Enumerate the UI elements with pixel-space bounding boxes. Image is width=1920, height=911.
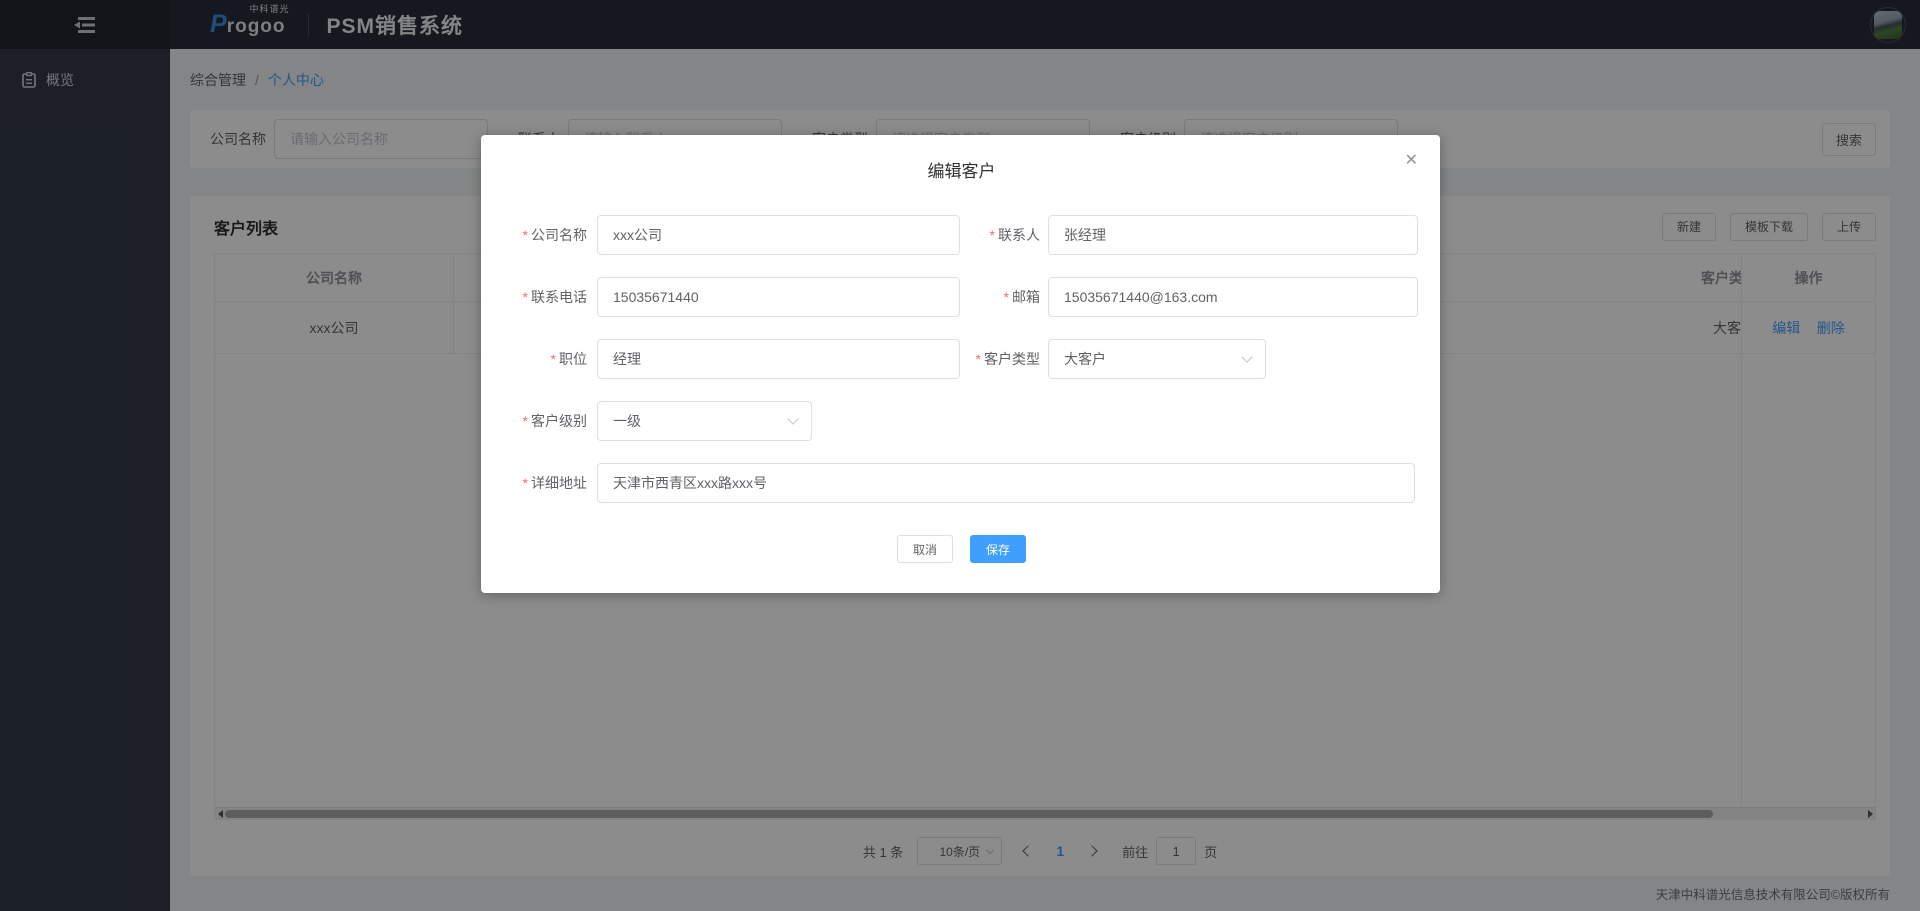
save-button[interactable]: 保存 xyxy=(970,535,1026,563)
contact-field[interactable] xyxy=(1048,215,1418,255)
required-mark: * xyxy=(523,227,528,243)
dialog-title: 编辑客户 xyxy=(505,157,1418,182)
form-item-company: *公司名称 xyxy=(505,215,960,255)
company-name-field[interactable] xyxy=(597,215,960,255)
field-label-address: *详细地址 xyxy=(505,473,597,493)
field-label-customer-level: *客户级别 xyxy=(505,411,597,431)
required-mark: * xyxy=(976,351,981,367)
chevron-down-icon xyxy=(787,413,798,424)
required-mark: * xyxy=(1004,289,1009,305)
position-field[interactable] xyxy=(597,339,960,379)
email-field[interactable] xyxy=(1048,277,1418,317)
required-mark: * xyxy=(990,227,995,243)
edit-customer-dialog: 编辑客户 ✕ *公司名称 *联系人 *联系电话 *邮箱 xyxy=(481,135,1440,593)
close-icon[interactable]: ✕ xyxy=(1405,153,1418,169)
required-mark: * xyxy=(523,413,528,429)
form-item-position: *职位 xyxy=(505,339,960,379)
required-mark: * xyxy=(523,475,528,491)
required-mark: * xyxy=(551,351,556,367)
form-row: *详细地址 xyxy=(505,463,1418,503)
customer-level-select[interactable]: 一级 xyxy=(597,401,812,441)
form-item-customer-level: *客户级别 一级 xyxy=(505,401,812,441)
form-item-phone: *联系电话 xyxy=(505,277,960,317)
required-mark: * xyxy=(523,289,528,305)
field-label-email: *邮箱 xyxy=(960,287,1048,307)
dialog-footer: 取消 保存 xyxy=(505,535,1418,563)
edit-customer-form: *公司名称 *联系人 *联系电话 *邮箱 xyxy=(505,215,1418,563)
customer-type-select[interactable]: 大客户 xyxy=(1048,339,1266,379)
form-item-customer-type: *客户类型 大客户 xyxy=(960,339,1266,379)
form-row: *职位 *客户类型 大客户 xyxy=(505,339,1418,379)
form-row: *联系电话 *邮箱 xyxy=(505,277,1418,317)
field-label-customer-type: *客户类型 xyxy=(960,349,1048,369)
form-item-email: *邮箱 xyxy=(960,277,1418,317)
address-field[interactable] xyxy=(597,463,1415,503)
form-row: *客户级别 一级 xyxy=(505,401,1418,441)
form-item-address: *详细地址 xyxy=(505,463,1415,503)
field-label-company: *公司名称 xyxy=(505,225,597,245)
chevron-down-icon xyxy=(1241,351,1252,362)
app-root: 中科谱光 Progoo PSM销售系统 概览 综合管 xyxy=(0,0,1920,911)
cancel-button[interactable]: 取消 xyxy=(897,535,953,563)
form-item-contact: *联系人 xyxy=(960,215,1418,255)
field-label-phone: *联系电话 xyxy=(505,287,597,307)
customer-type-value: 大客户 xyxy=(1064,349,1106,369)
form-row: *公司名称 *联系人 xyxy=(505,215,1418,255)
customer-level-value: 一级 xyxy=(613,411,641,431)
field-label-position: *职位 xyxy=(505,349,597,369)
field-label-contact: *联系人 xyxy=(960,225,1048,245)
phone-field[interactable] xyxy=(597,277,960,317)
